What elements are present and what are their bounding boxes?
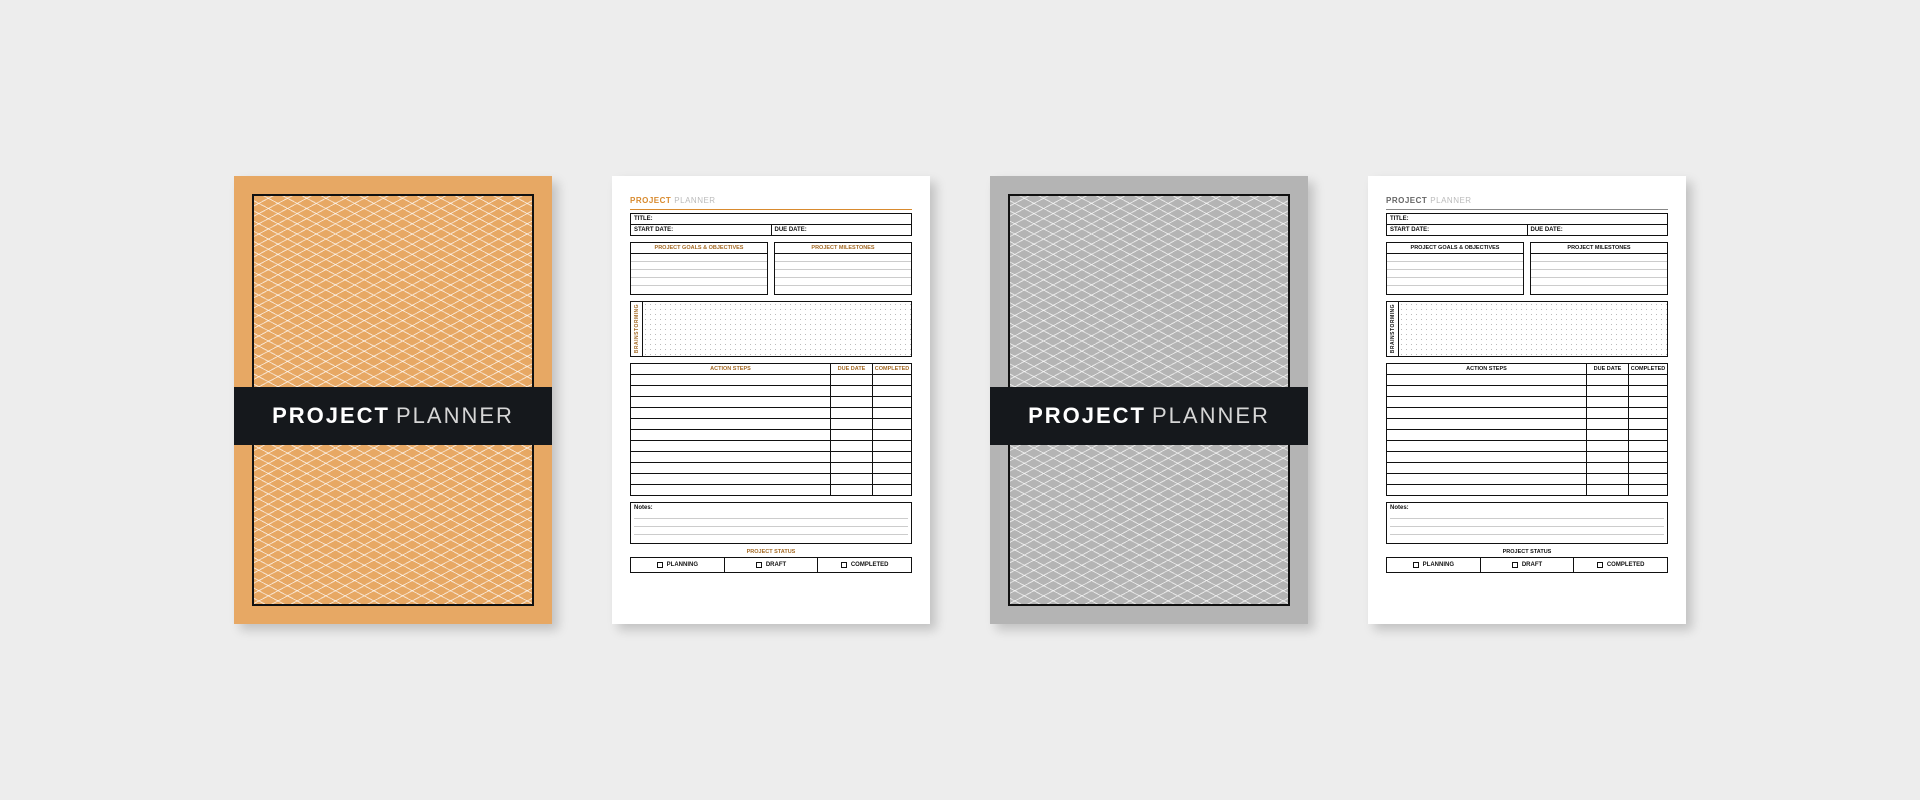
status-draft-label: DRAFT [766,562,786,568]
status-planning-label: PLANNING [1423,562,1454,568]
action-completed-header: COMPLETED [1629,364,1667,374]
heading-rule [1386,209,1668,210]
status-draft: DRAFT [1480,558,1574,572]
title-date-box: TITLE: START DATE: DUE DATE: [1386,213,1668,236]
action-table: ACTION STEPS DUE DATE COMPLETED [1386,363,1668,496]
planner-sheet: PROJECTPLANNER TITLE: START DATE: DUE DA… [1368,176,1686,589]
title-label: TITLE: [631,214,911,225]
planner-page-gray: PROJECTPLANNER TITLE: START DATE: DUE DA… [1368,176,1686,624]
goals-header: PROJECT GOALS & OBJECTIVES [631,243,767,254]
brainstorming-tab: BRAINSTORMING [1387,302,1399,356]
status-draft: DRAFT [724,558,818,572]
cover-title-light: PLANNER [1152,403,1270,429]
status-completed-label: COMPLETED [1607,562,1645,568]
goals-panel: PROJECT GOALS & OBJECTIVES [1386,242,1524,295]
milestones-header: PROJECT MILESTONES [775,243,911,254]
milestones-panel: PROJECT MILESTONES [774,242,912,295]
start-date-label: START DATE: [631,225,772,235]
action-rows [1387,374,1667,495]
cover-title-band: PROJECT PLANNER [990,387,1308,445]
cover-page-gray: PROJECT PLANNER [990,176,1308,624]
goals-panel: PROJECT GOALS & OBJECTIVES [630,242,768,295]
action-due-header: DUE DATE [831,364,873,374]
brainstorming-label: BRAINSTORMING [1390,304,1396,353]
brainstorming-dotgrid [1399,302,1667,356]
checkbox-icon [841,562,847,568]
action-completed-header: COMPLETED [873,364,911,374]
start-date-label: START DATE: [1387,225,1528,235]
brainstorming-panel: BRAINSTORMING [630,301,912,357]
cover-title-bold: PROJECT [1028,403,1146,429]
goals-lines [631,254,767,294]
milestones-lines [1531,254,1667,294]
sheet-heading: PROJECTPLANNER [1386,196,1668,205]
cover-title-bold: PROJECT [272,403,390,429]
goals-header: PROJECT GOALS & OBJECTIVES [1387,243,1523,254]
brainstorming-tab: BRAINSTORMING [631,302,643,356]
planner-sheet: PROJECTPLANNER TITLE: START DATE: DUE DA… [612,176,930,589]
heading-bold: PROJECT [1386,196,1427,205]
status-draft-label: DRAFT [1522,562,1542,568]
notes-panel: Notes: [630,502,912,544]
status-completed-label: COMPLETED [851,562,889,568]
sheet-heading: PROJECTPLANNER [630,196,912,205]
checkbox-icon [756,562,762,568]
milestones-header: PROJECT MILESTONES [1531,243,1667,254]
brainstorming-label: BRAINSTORMING [634,304,640,353]
heading-rule [630,209,912,210]
cover-title-light: PLANNER [396,403,514,429]
action-header-row: ACTION STEPS DUE DATE COMPLETED [1387,364,1667,374]
status-header: PROJECT STATUS [630,549,912,555]
status-planning-label: PLANNING [667,562,698,568]
notes-panel: Notes: [1386,502,1668,544]
title-date-box: TITLE: START DATE: DUE DATE: [630,213,912,236]
heading-light: PLANNER [1430,196,1471,205]
status-planning: PLANNING [631,558,724,572]
title-label: TITLE: [1387,214,1667,225]
action-header-row: ACTION STEPS DUE DATE COMPLETED [631,364,911,374]
status-header: PROJECT STATUS [1386,549,1668,555]
planner-page-orange: PROJECTPLANNER TITLE: START DATE: DUE DA… [612,176,930,624]
brainstorming-panel: BRAINSTORMING [1386,301,1668,357]
milestones-panel: PROJECT MILESTONES [1530,242,1668,295]
goals-lines [1387,254,1523,294]
cover-page-orange: PROJECT PLANNER [234,176,552,624]
action-rows [631,374,911,495]
heading-light: PLANNER [674,196,715,205]
action-steps-header: ACTION STEPS [1387,364,1587,374]
due-date-label: DUE DATE: [772,225,912,235]
due-date-label: DUE DATE: [1528,225,1668,235]
status-completed: COMPLETED [817,558,911,572]
milestones-lines [775,254,911,294]
action-due-header: DUE DATE [1587,364,1629,374]
action-steps-header: ACTION STEPS [631,364,831,374]
checkbox-icon [1597,562,1603,568]
action-table: ACTION STEPS DUE DATE COMPLETED [630,363,912,496]
status-grid: PLANNING DRAFT COMPLETED [630,557,912,573]
brainstorming-dotgrid [643,302,911,356]
checkbox-icon [1413,562,1419,568]
cover-title-band: PROJECT PLANNER [234,387,552,445]
heading-bold: PROJECT [630,196,671,205]
checkbox-icon [657,562,663,568]
status-completed: COMPLETED [1573,558,1667,572]
status-grid: PLANNING DRAFT COMPLETED [1386,557,1668,573]
checkbox-icon [1512,562,1518,568]
status-planning: PLANNING [1387,558,1480,572]
